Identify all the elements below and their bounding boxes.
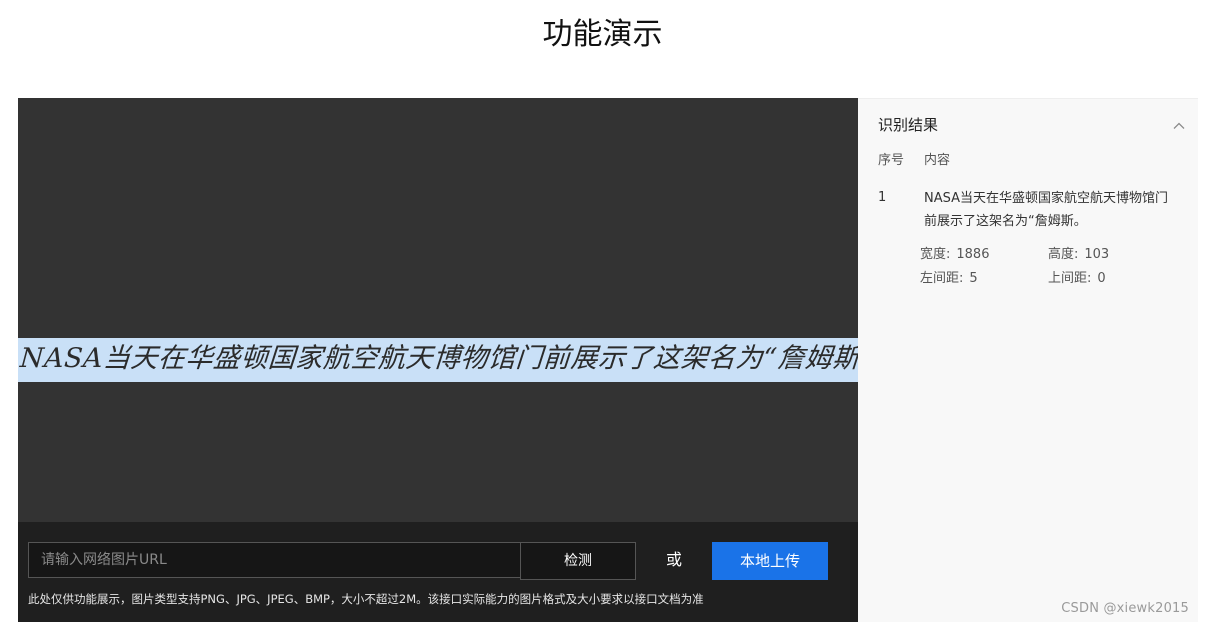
column-header-index: 序号: [878, 153, 905, 168]
image-url-input[interactable]: [28, 542, 520, 578]
width-label: 宽度:: [920, 247, 951, 262]
image-preview: NASA当天在华盛顿国家航空航天博物馆门前展示了这架名为“詹姆斯·: [18, 98, 858, 522]
top-offset-value: 0: [1097, 271, 1106, 286]
result-panel: 识别结果 序号 内容 1 NASA当天在华盛顿国家航空航天博物馆门前展示了这架名…: [858, 98, 1198, 622]
result-title: 识别结果: [878, 116, 939, 134]
detect-button[interactable]: 检测: [520, 542, 636, 580]
metric-left-offset: 左间距: 5: [920, 270, 978, 288]
metric-width: 宽度: 1886: [920, 246, 989, 264]
height-value: 103: [1084, 247, 1110, 262]
top-offset-label: 上间距:: [1048, 271, 1092, 286]
recognized-text-highlight: NASA当天在华盛顿国家航空航天博物馆门前展示了这架名为“詹姆斯·: [18, 338, 858, 382]
handwriting-image-text: NASA当天在华盛顿国家航空航天博物馆门前展示了这架名为“詹姆斯·: [18, 343, 858, 374]
local-upload-button[interactable]: 本地上传: [712, 542, 828, 580]
or-label: 或: [666, 550, 683, 569]
metric-height: 高度: 103: [1048, 246, 1109, 264]
control-bar: 检测 或 本地上传 此处仅供功能展示，图片类型支持PNG、JPG、JPEG、BM…: [18, 522, 858, 622]
width-value: 1886: [956, 247, 990, 262]
column-header-content: 内容: [924, 153, 951, 168]
height-label: 高度:: [1048, 247, 1079, 262]
result-row-content: NASA当天在华盛顿国家航空航天博物馆门前展示了这架名为“詹姆斯。: [924, 191, 1169, 229]
page-title: 功能演示: [542, 17, 663, 52]
result-row-index: 1: [878, 190, 887, 205]
metric-top-offset: 上间距: 0: [1048, 270, 1106, 288]
left-offset-label: 左间距:: [920, 271, 964, 286]
left-offset-value: 5: [969, 271, 978, 286]
watermark: CSDN @xiewk2015: [1061, 601, 1189, 616]
demo-panel: NASA当天在华盛顿国家航空航天博物馆门前展示了这架名为“詹姆斯· 检测 或 本…: [18, 98, 858, 622]
chevron-up-icon[interactable]: [1172, 119, 1186, 133]
usage-notice: 此处仅供功能展示，图片类型支持PNG、JPG、JPEG、BMP，大小不超过2M。…: [28, 592, 704, 606]
